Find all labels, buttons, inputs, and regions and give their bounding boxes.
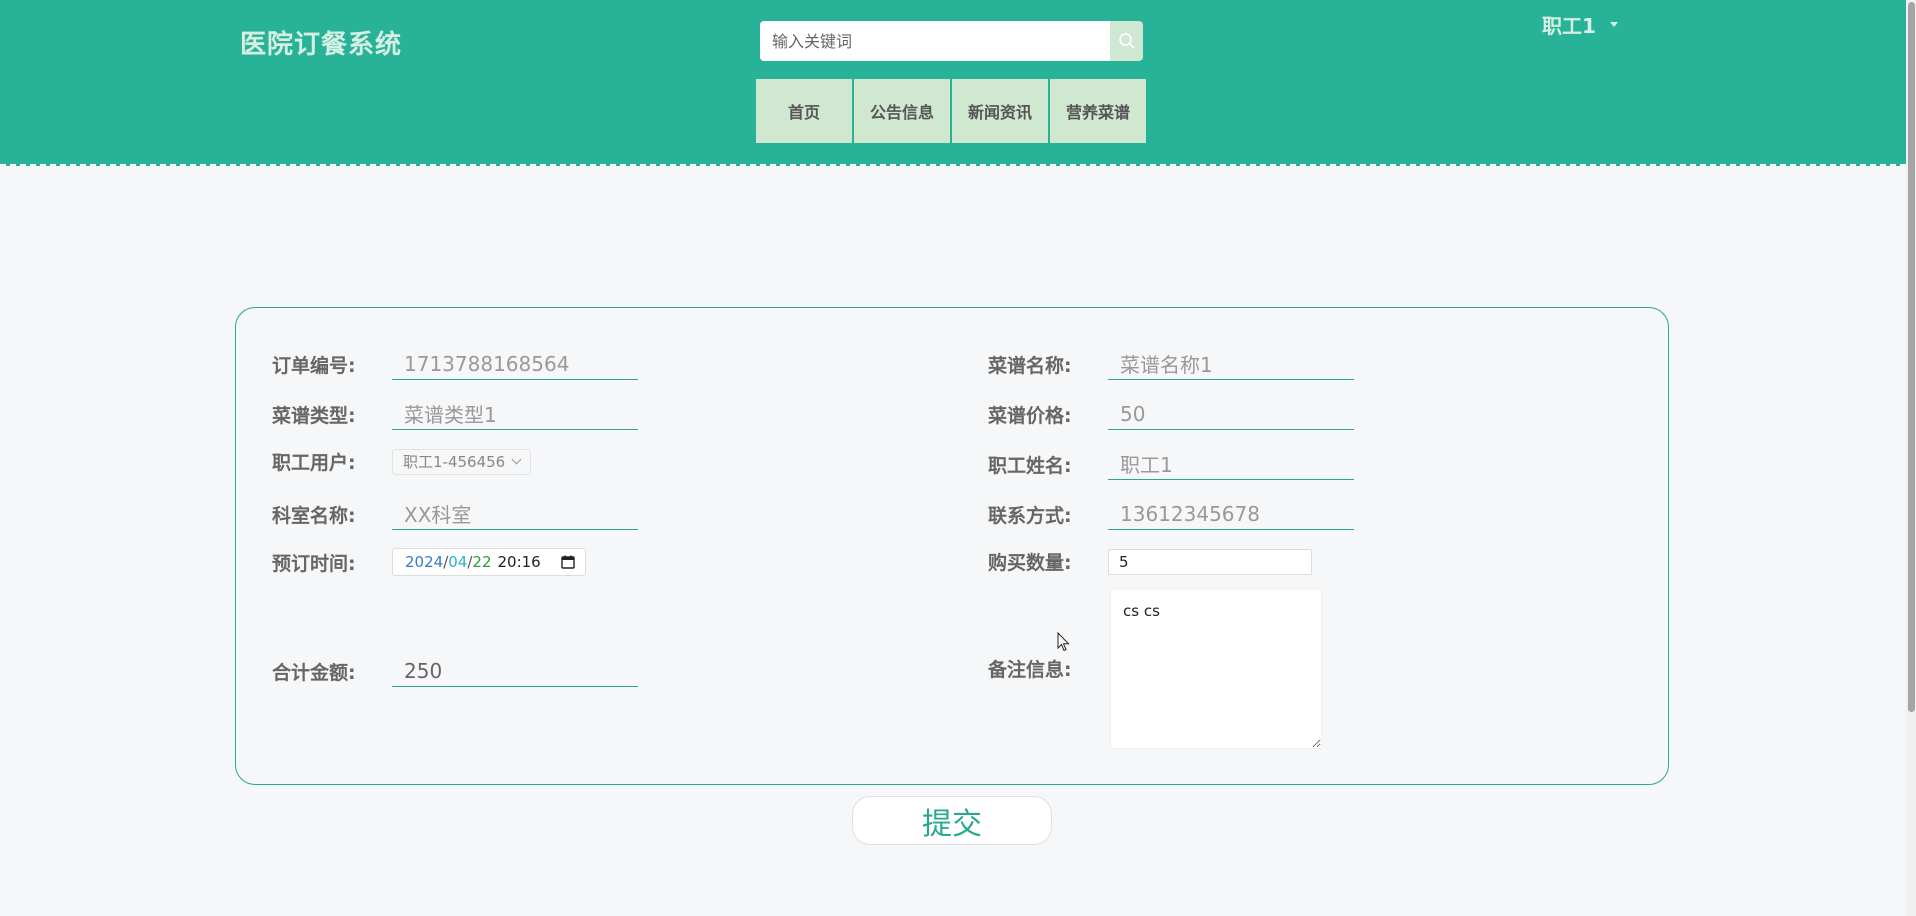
date-month[interactable]: 04	[448, 553, 467, 571]
label-menu-price: 菜谱价格:	[988, 404, 1072, 427]
field-menu-price: 菜谱价格:	[988, 398, 1354, 430]
search-button[interactable]	[1110, 21, 1143, 61]
label-total: 合计金额:	[272, 661, 356, 684]
staff-name-input[interactable]	[1108, 448, 1354, 480]
site-title[interactable]: 医院订餐系统	[240, 24, 402, 61]
order-form: 订单编号: 菜谱名称: 菜谱类型: 菜谱价格: 职工用户: 职工1-456456…	[235, 307, 1669, 785]
dept-name-input[interactable]	[392, 498, 638, 530]
submit-button[interactable]: 提交	[852, 796, 1052, 845]
field-order-no: 订单编号:	[272, 348, 638, 380]
date-time[interactable]: 20:16	[498, 553, 541, 571]
mouse-cursor-icon	[1057, 632, 1070, 652]
label-order-no: 订单编号:	[272, 354, 356, 377]
field-menu-name: 菜谱名称:	[988, 348, 1354, 380]
field-dept-name: 科室名称:	[272, 498, 638, 530]
calendar-icon[interactable]	[557, 551, 579, 573]
label-menu-type: 菜谱类型:	[272, 404, 356, 427]
order-time-picker[interactable]: 2024 / 04 / 22 20:16	[392, 548, 586, 576]
nav-item-nutrition-menu[interactable]: 营养菜谱	[1050, 79, 1146, 143]
search-input[interactable]	[760, 21, 1110, 61]
staff-user-select[interactable]: 职工1-456456	[392, 448, 532, 475]
total-input[interactable]	[392, 655, 638, 687]
field-order-time: 预订时间: 2024 / 04 / 22 20:16	[272, 548, 586, 576]
nav-item-notices[interactable]: 公告信息	[854, 79, 950, 143]
scrollbar-thumb[interactable]	[1908, 2, 1915, 712]
label-dept-name: 科室名称:	[272, 504, 356, 527]
field-remark: 备注信息:	[988, 655, 1108, 682]
main-nav: 首页 公告信息 新闻资讯 营养菜谱	[756, 79, 1146, 143]
field-quantity: 购买数量:	[988, 548, 1312, 575]
label-staff-name: 职工姓名:	[988, 454, 1072, 477]
menu-price-input[interactable]	[1108, 398, 1354, 430]
remark-textarea[interactable]: cs cs	[1110, 589, 1322, 749]
user-menu[interactable]: 职工1	[1542, 10, 1618, 39]
order-no-input[interactable]	[392, 348, 638, 380]
nav-item-news[interactable]: 新闻资讯	[952, 79, 1048, 143]
label-quantity: 购买数量:	[988, 552, 1072, 574]
contact-input[interactable]	[1108, 498, 1354, 530]
quantity-input[interactable]	[1108, 548, 1312, 575]
user-name: 职工1	[1542, 14, 1596, 38]
field-staff-name: 职工姓名:	[988, 448, 1354, 480]
field-total: 合计金额:	[272, 655, 638, 687]
label-order-time: 预订时间:	[272, 552, 356, 575]
label-contact: 联系方式:	[988, 504, 1072, 527]
field-contact: 联系方式:	[988, 498, 1354, 530]
nav-item-home[interactable]: 首页	[756, 79, 852, 143]
field-menu-type: 菜谱类型:	[272, 398, 638, 430]
search-icon	[1118, 33, 1135, 49]
date-year[interactable]: 2024	[405, 553, 443, 571]
label-menu-name: 菜谱名称:	[988, 354, 1072, 377]
label-remark: 备注信息:	[988, 659, 1072, 681]
label-staff-user: 职工用户:	[272, 452, 356, 474]
menu-name-input[interactable]	[1108, 348, 1354, 380]
scrollbar[interactable]	[1906, 0, 1916, 916]
caret-down-icon	[1609, 22, 1618, 27]
header-bar: 医院订餐系统 首页 公告信息 新闻资讯 营养菜谱 职工1	[0, 0, 1906, 166]
search-box	[760, 21, 1143, 61]
chevron-down-icon	[511, 454, 522, 465]
staff-user-selected: 职工1-456456	[403, 453, 506, 471]
date-day[interactable]: 22	[472, 553, 491, 571]
menu-type-input[interactable]	[392, 398, 638, 430]
field-staff-user: 职工用户: 职工1-456456	[272, 448, 532, 475]
